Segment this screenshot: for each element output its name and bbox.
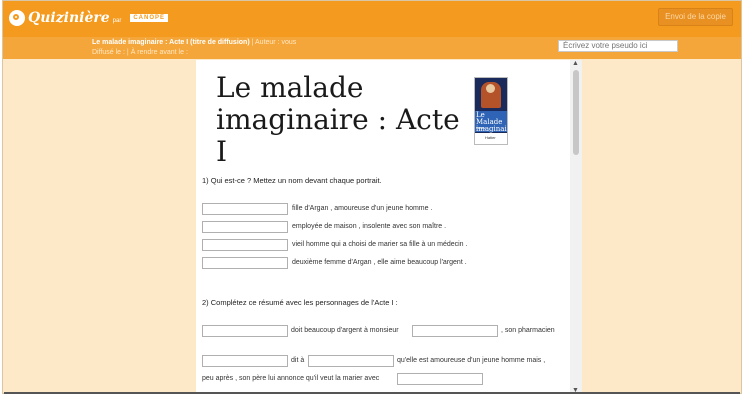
portrait-text-1: fille d'Argan , amoureuse d'un jeune hom… bbox=[292, 205, 433, 212]
logo-icon bbox=[9, 10, 25, 26]
answer-field-4[interactable] bbox=[202, 257, 288, 269]
summary-text-1a: doit beaucoup d'argent à monsieur bbox=[291, 327, 399, 334]
author-label: Auteur : vous bbox=[255, 39, 297, 46]
logo-brand: CANOPÉ bbox=[130, 14, 168, 22]
cover-author: Molière bbox=[476, 126, 486, 130]
cover-publisher: Hatier bbox=[485, 135, 496, 140]
document-page: Le malade imaginaire : Acte I Le Malade … bbox=[196, 60, 570, 394]
book-cover-image: Le Malade imaginaire Molière Hatier bbox=[474, 77, 508, 145]
page-title: Le malade imaginaire : Acte I bbox=[216, 71, 460, 168]
answer-field-1[interactable] bbox=[202, 203, 288, 215]
info-separator: | bbox=[251, 39, 254, 46]
info-separator: | bbox=[126, 49, 129, 56]
cover-face bbox=[486, 84, 495, 93]
summary-field-1[interactable] bbox=[202, 325, 288, 337]
summary-text-1b: , son pharmacien bbox=[501, 327, 555, 334]
top-bar: Quizinière par CANOPÉ Envoi de la copie bbox=[3, 1, 741, 37]
activity-title: Le malade imaginaire : Acte I (titre de … bbox=[92, 39, 250, 46]
question-2-title: 2) Complétez ce résumé avec les personna… bbox=[202, 298, 398, 307]
summary-text-2a: dit à bbox=[291, 357, 305, 364]
quiziniere-logo[interactable]: Quizinière par CANOPÉ bbox=[9, 10, 168, 26]
scroll-up-icon[interactable]: ▲ bbox=[572, 60, 579, 67]
answer-field-2[interactable] bbox=[202, 221, 288, 233]
bottom-strip bbox=[0, 394, 744, 408]
portrait-text-4: deuxième femme d'Argan , elle aime beauc… bbox=[292, 259, 467, 266]
portrait-text-2: employée de maison , insolente avec son … bbox=[292, 223, 447, 230]
summary-text-3a: peu après , son père lui annonce qu'il v… bbox=[202, 375, 380, 382]
info-line-title: Le malade imaginaire : Acte I (titre de … bbox=[92, 39, 296, 46]
send-copy-button[interactable]: Envoi de la copie bbox=[658, 8, 733, 26]
summary-field-5[interactable] bbox=[397, 373, 483, 385]
diffused-label: Diffusé le : bbox=[92, 49, 125, 56]
info-line-dates: Diffusé le : | À rendre avant le : bbox=[92, 49, 188, 56]
question-1-title: 1) Qui est-ce ? Mettez un nom devant cha… bbox=[202, 176, 382, 185]
logo-suffix: par bbox=[112, 18, 122, 24]
due-label: À rendre avant le : bbox=[130, 49, 188, 56]
answer-field-3[interactable] bbox=[202, 239, 288, 251]
scrollbar-thumb[interactable] bbox=[573, 70, 579, 155]
document-scrollbar[interactable]: ▲ ▼ bbox=[570, 60, 582, 394]
portrait-text-3: vieil homme qui a choisi de marier sa fi… bbox=[292, 241, 468, 248]
summary-field-3[interactable] bbox=[202, 355, 288, 367]
summary-field-2[interactable] bbox=[412, 325, 498, 337]
summary-text-2b: qu'elle est amoureuse d'un jeune homme m… bbox=[397, 357, 546, 364]
summary-field-4[interactable] bbox=[308, 355, 394, 367]
pseudo-input[interactable] bbox=[558, 40, 678, 52]
logo-text: Quizinière bbox=[28, 10, 110, 26]
